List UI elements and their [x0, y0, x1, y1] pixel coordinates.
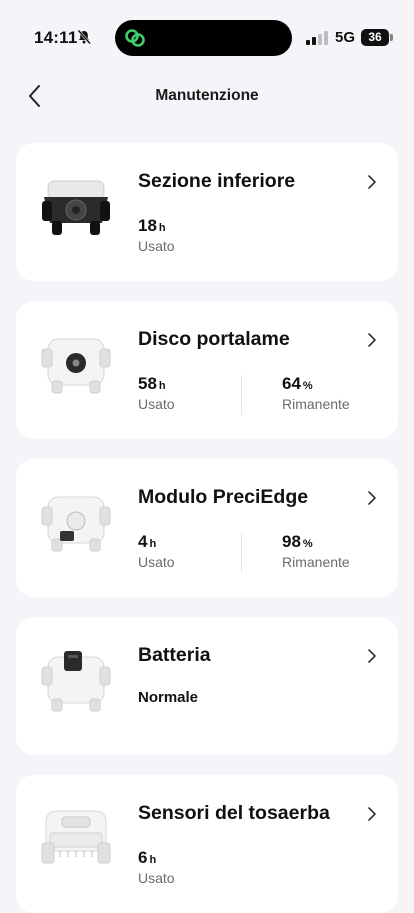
stat-label: Rimanente [282, 554, 350, 570]
battery-level: 36 [361, 29, 389, 46]
stat-unit: h [149, 854, 157, 866]
stat-value: 6 [138, 848, 148, 867]
bell-off-icon [77, 29, 91, 45]
stat-value: 98 [282, 532, 301, 551]
stat-unit: % [302, 538, 313, 550]
app-logo-icon [125, 29, 145, 47]
battery-status: Normale [138, 689, 199, 706]
chevron-right-icon [368, 491, 376, 505]
stat-unit: h [149, 538, 157, 550]
page-title: Manutenzione [155, 87, 259, 104]
battery-icon: 36 [361, 29, 393, 46]
battery-module-image [41, 651, 111, 712]
stat-used: 18 h Usato [138, 216, 175, 254]
stat-unit: h [158, 380, 166, 392]
stat-used: 58 h Usato [138, 374, 175, 412]
card-batteria[interactable]: Batteria Normale [16, 617, 398, 755]
card-modulo-preciedge[interactable]: Modulo PreciEdge 4h Usato 98% Rimanente [16, 459, 398, 597]
network-type: 5G [335, 29, 356, 46]
battery-tip [390, 34, 393, 41]
stat-label: Usato [138, 238, 175, 254]
dynamic-island [115, 20, 292, 56]
stat-label: Usato [138, 554, 175, 570]
card-title: Sensori del tosaerba [138, 802, 330, 824]
mower-underside-image [42, 180, 110, 235]
stat-used: 6h Usato [138, 848, 175, 886]
stat-divider [241, 533, 242, 573]
stat-value: 4 [138, 532, 148, 551]
chevron-right-icon [368, 175, 376, 189]
chevron-right-icon [368, 333, 376, 347]
stat-value: 18 [138, 216, 157, 235]
status-bar: 14:11 5G 36 [0, 0, 414, 76]
card-sezione-inferiore[interactable]: Sezione inferiore 18 h Usato [16, 143, 398, 281]
stat-label: Usato [138, 870, 175, 886]
mower-sensors-image [41, 810, 111, 864]
stat-unit: h [158, 222, 166, 234]
card-title: Disco portalame [138, 328, 290, 350]
stat-value: 58 [138, 374, 157, 393]
status-time: 14:11 [34, 28, 78, 47]
card-title: Sezione inferiore [138, 170, 296, 192]
stat-label: Rimanente [282, 396, 350, 412]
nav-bar: Manutenzione [0, 76, 414, 116]
stat-label: Usato [138, 396, 175, 412]
chevron-right-icon [368, 649, 376, 663]
stat-divider [241, 375, 242, 415]
card-title: Modulo PreciEdge [138, 486, 309, 508]
stat-unit: % [302, 380, 313, 392]
stat-used: 4h Usato [138, 532, 175, 570]
stat-remaining: 98% Rimanente [282, 532, 350, 570]
signal-icon [306, 31, 328, 45]
card-sensori-tosaerba[interactable]: Sensori del tosaerba 6h Usato [16, 775, 398, 913]
card-disco-portalame[interactable]: Disco portalame 58 h Usato 64% Rimanente [16, 301, 398, 439]
stat-remaining: 64% Rimanente [282, 374, 350, 412]
preciedge-module-image [41, 496, 111, 552]
stat-value: 64 [282, 374, 301, 393]
chevron-right-icon [368, 807, 376, 821]
blade-disc-image [41, 338, 111, 394]
card-title: Batteria [138, 644, 211, 666]
